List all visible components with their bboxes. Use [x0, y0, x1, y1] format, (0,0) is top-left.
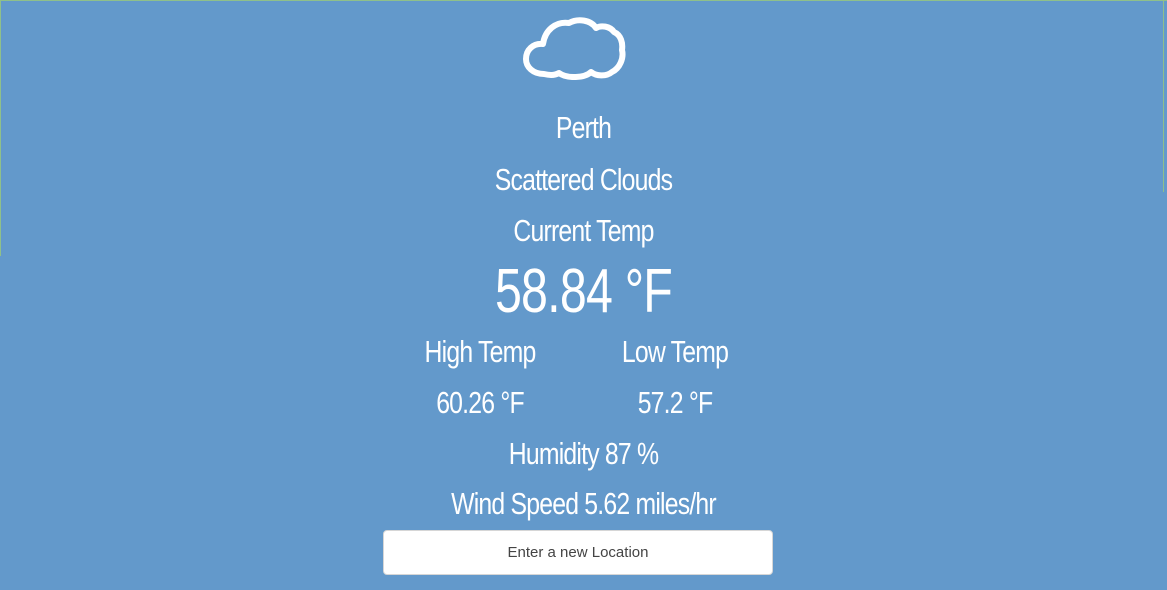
current-temp-label: Current Temp	[513, 213, 654, 248]
high-temp-label: High Temp	[424, 334, 537, 369]
city-name: Perth	[555, 110, 612, 145]
low-temp-value: 57.2 °F	[637, 385, 713, 420]
current-temp-value: 58.84 °F	[494, 257, 673, 326]
high-temp-value: 60.26 °F	[436, 385, 524, 420]
wind-speed-text: Wind Speed 5.62 miles/hr	[451, 486, 717, 521]
location-input[interactable]	[383, 530, 773, 575]
humidity-text: Humidity 87 %	[508, 436, 659, 471]
low-temp-label: Low Temp	[621, 334, 729, 369]
frame-right-line	[1163, 0, 1164, 192]
frame-left-line	[0, 0, 1, 256]
frame-top-line	[0, 0, 1167, 1]
weather-description: Scattered Clouds	[494, 162, 673, 197]
cloud-icon	[523, 17, 626, 80]
